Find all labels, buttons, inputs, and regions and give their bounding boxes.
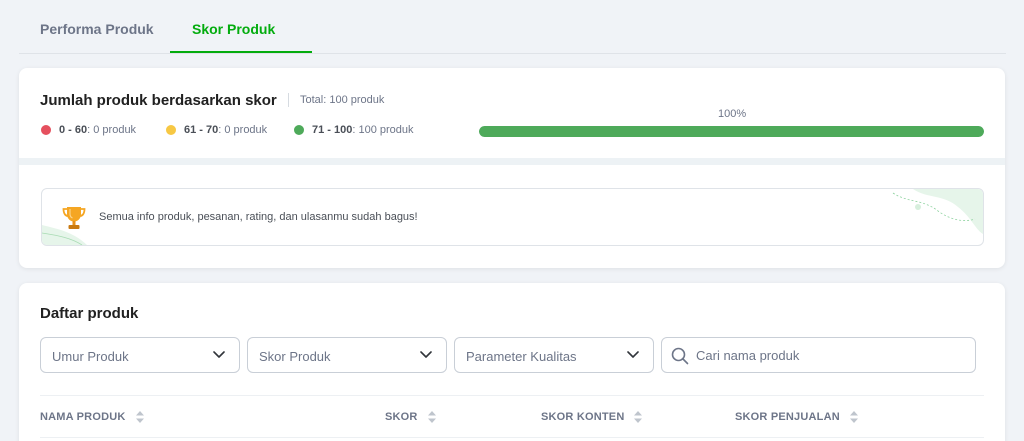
filter-label: Parameter Kualitas xyxy=(466,349,577,364)
sort-icon xyxy=(634,411,643,423)
search-icon xyxy=(671,347,689,365)
legend-range: 61 - 70 xyxy=(184,124,219,136)
tab-skor-produk[interactable]: Skor Produk xyxy=(192,21,275,37)
chevron-down-icon xyxy=(420,351,432,358)
summary-divider xyxy=(288,93,289,107)
filter-parameter-kualitas[interactable]: Parameter Kualitas xyxy=(454,337,654,373)
legend-count: : 0 produk xyxy=(87,124,137,136)
legend-dot-yellow xyxy=(166,125,176,135)
column-header-label: SKOR KONTEN xyxy=(541,411,625,423)
tab-performa-produk[interactable]: Performa Produk xyxy=(40,21,154,37)
sort-icon xyxy=(427,411,436,423)
banner-message: Semua info produk, pesanan, rating, dan … xyxy=(99,211,418,223)
sort-icon xyxy=(135,411,144,423)
card-separator xyxy=(19,158,1005,165)
success-banner: Semua info produk, pesanan, rating, dan … xyxy=(41,188,984,246)
summary-total: Total: 100 produk xyxy=(300,94,385,106)
column-header-skor[interactable]: SKOR xyxy=(385,411,436,423)
column-header-label: NAMA PRODUK xyxy=(40,411,126,423)
sort-icon xyxy=(849,411,858,423)
banner-decoration-right xyxy=(892,189,983,234)
legend-dot-green xyxy=(294,125,304,135)
table-header-divider xyxy=(40,437,984,438)
tab-bar: Performa Produk Skor Produk xyxy=(19,0,1006,54)
chevron-down-icon xyxy=(213,351,225,358)
filter-skor-produk[interactable]: Skor Produk xyxy=(247,337,447,373)
product-list-card: Daftar produk Umur Produk Skor Produk Pa… xyxy=(19,283,1005,441)
trophy-icon xyxy=(62,207,86,229)
search-input[interactable] xyxy=(696,346,966,364)
progress-fill xyxy=(479,126,984,137)
table-divider xyxy=(40,395,984,396)
legend-item-low: 0 - 60 : 0 produk xyxy=(41,124,136,136)
column-header-skor-konten[interactable]: SKOR KONTEN xyxy=(541,411,643,423)
progress-label: 100% xyxy=(718,108,747,120)
filter-label: Skor Produk xyxy=(259,349,331,364)
summary-title: Jumlah produk berdasarkan skor xyxy=(40,92,277,109)
score-summary-card: Jumlah produk berdasarkan skor Total: 10… xyxy=(19,68,1005,268)
legend-dot-red xyxy=(41,125,51,135)
filter-umur-produk[interactable]: Umur Produk xyxy=(40,337,240,373)
column-header-nama-produk[interactable]: NAMA PRODUK xyxy=(40,411,144,423)
column-header-skor-penjualan[interactable]: SKOR PENJUALAN xyxy=(735,411,858,423)
legend-item-high: 71 - 100 : 100 produk xyxy=(294,124,414,136)
legend-item-medium: 61 - 70 : 0 produk xyxy=(166,124,267,136)
legend-range: 71 - 100 xyxy=(312,124,353,136)
legend-range: 0 - 60 xyxy=(59,124,88,136)
legend-count: : 0 produk xyxy=(218,124,268,136)
legend-count: : 100 produk xyxy=(352,124,414,136)
product-list-title: Daftar produk xyxy=(40,305,139,322)
filter-label: Umur Produk xyxy=(52,349,129,364)
column-header-label: SKOR xyxy=(385,411,418,423)
chevron-down-icon xyxy=(627,351,639,358)
product-search[interactable] xyxy=(661,337,976,373)
active-tab-indicator xyxy=(170,51,312,53)
column-header-label: SKOR PENJUALAN xyxy=(735,411,840,423)
score-progress-bar xyxy=(479,126,984,137)
